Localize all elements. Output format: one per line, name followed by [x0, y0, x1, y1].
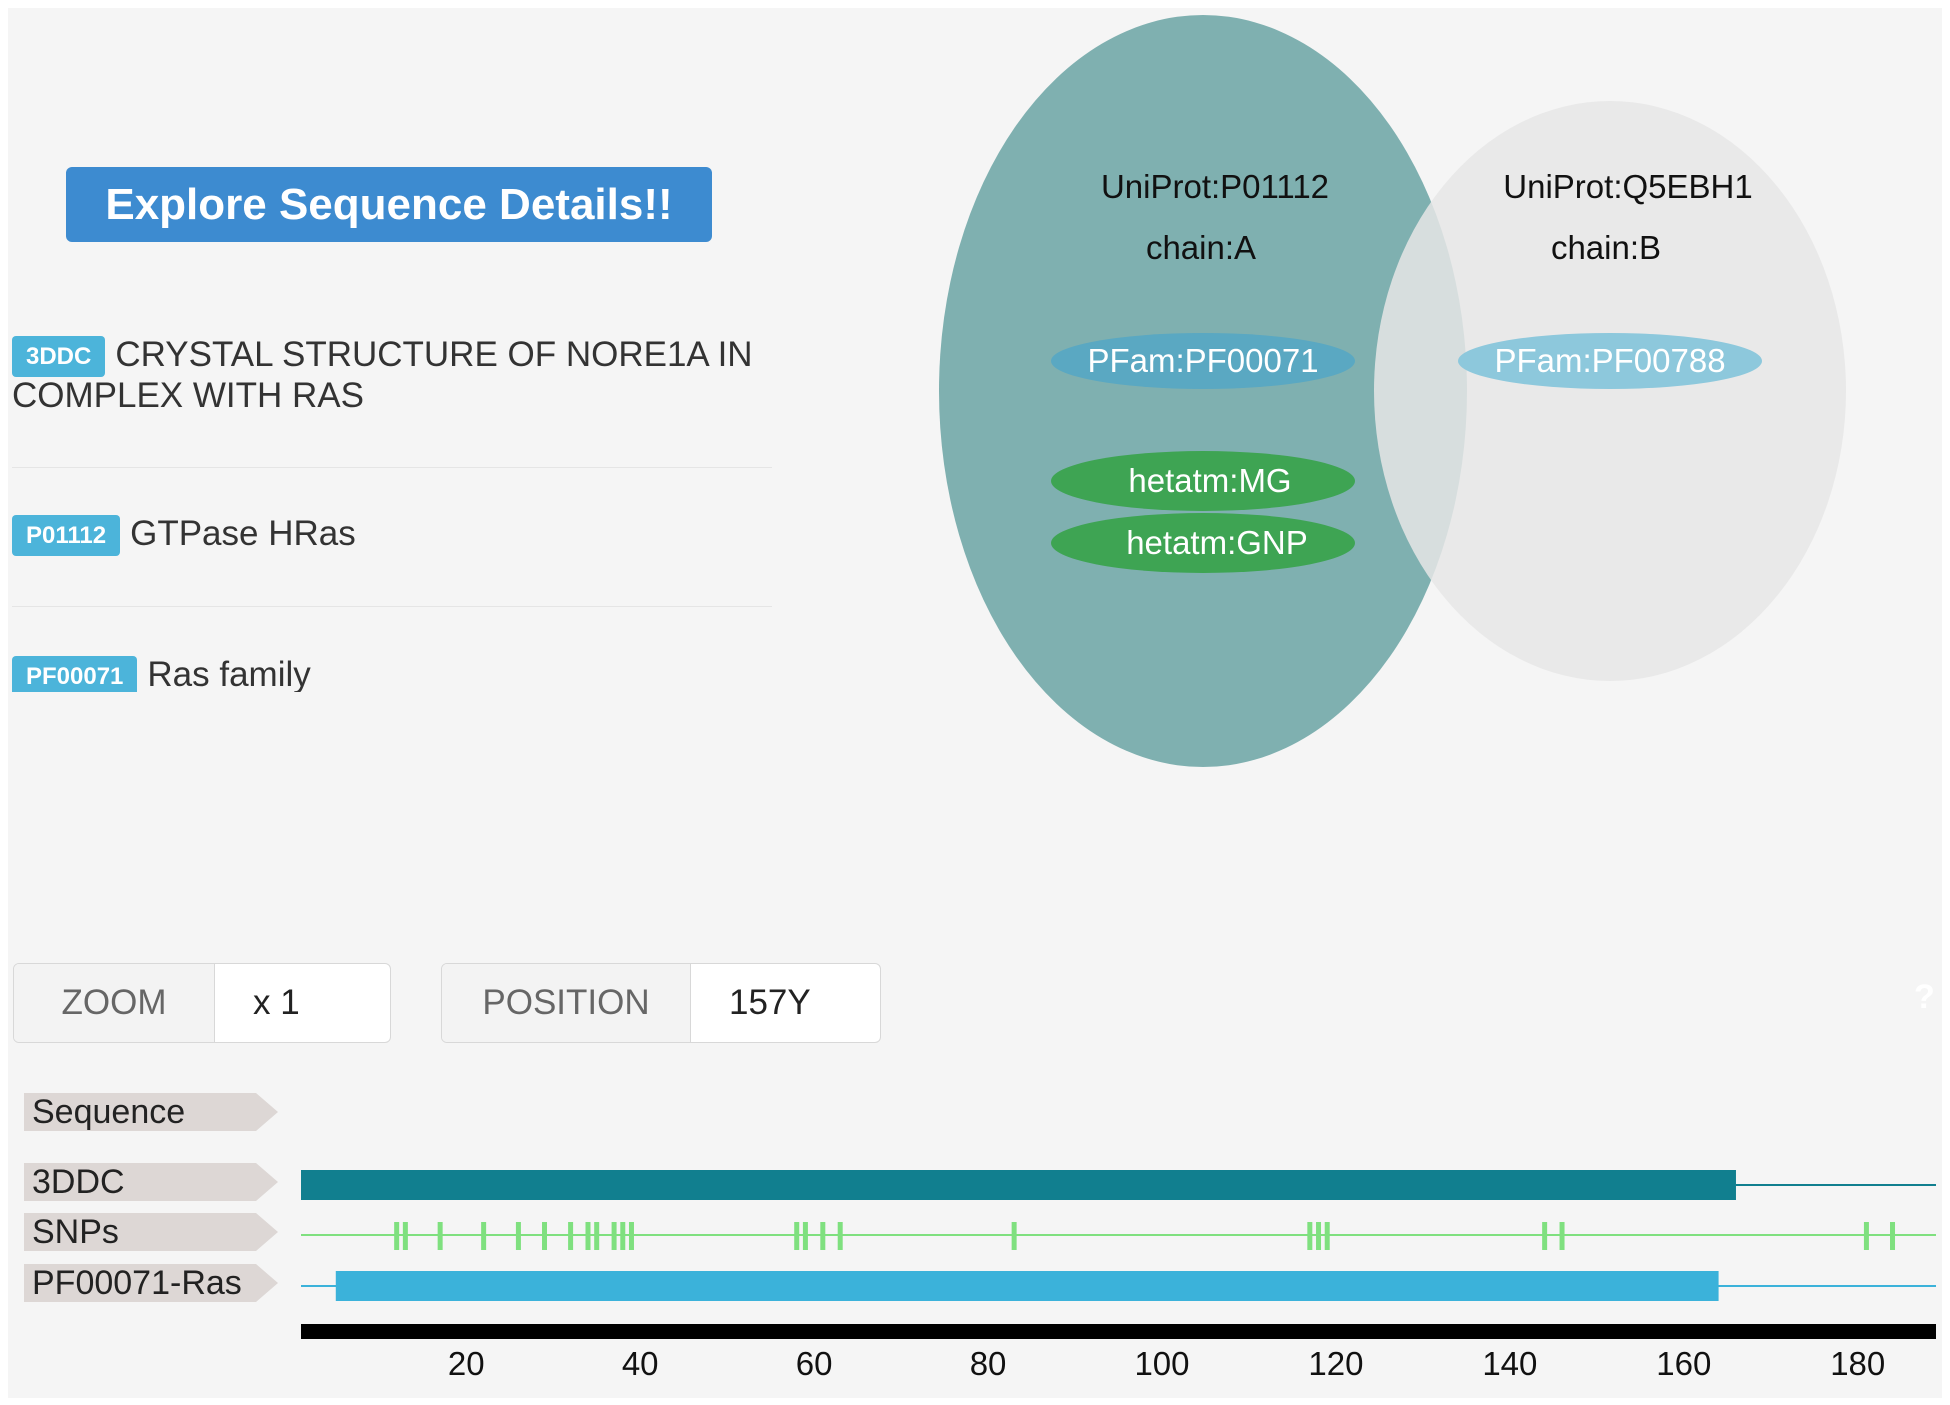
feature-viewer: 20 40 60 80 100 120 140 160 180	[301, 1170, 1936, 1382]
snp-marker	[1316, 1222, 1322, 1250]
snp-marker	[402, 1222, 408, 1250]
axis-tick-label: 180	[1830, 1345, 1885, 1382]
snp-marker	[837, 1222, 843, 1250]
page: Explore Sequence Details!! 3DDC CRYSTAL S…	[8, 8, 1942, 1398]
snp-marker	[594, 1222, 600, 1250]
snp-marker	[542, 1222, 548, 1250]
snp-marker	[515, 1222, 521, 1250]
snp-marker	[820, 1222, 826, 1250]
snp-marker	[1324, 1222, 1330, 1250]
snp-marker	[802, 1222, 808, 1250]
snp-marker	[437, 1222, 443, 1250]
axis-tick-label: 80	[970, 1345, 1007, 1382]
snp-marker	[481, 1222, 487, 1250]
snp-marker	[1890, 1222, 1896, 1250]
axis-tick-label: 120	[1308, 1345, 1363, 1382]
snp-marker	[1863, 1222, 1869, 1250]
snp-marker	[794, 1222, 800, 1250]
snp-marker	[394, 1222, 400, 1250]
axis-tick-label: 160	[1656, 1345, 1711, 1382]
snp-marker	[568, 1222, 574, 1250]
axis-tick-label: 20	[448, 1345, 485, 1382]
snp-marker	[1011, 1222, 1017, 1250]
snp-marker	[1542, 1222, 1548, 1250]
snp-marker	[611, 1222, 617, 1250]
snp-marker	[585, 1222, 591, 1250]
axis-tick-label: 60	[796, 1345, 833, 1382]
snp-marker	[620, 1222, 626, 1250]
axis-tick-label: 140	[1482, 1345, 1537, 1382]
structure-feature-bar	[301, 1170, 1736, 1200]
snp-marker	[1307, 1222, 1313, 1250]
snp-marker	[1559, 1222, 1565, 1250]
axis-tick-label: 40	[622, 1345, 659, 1382]
snp-marker	[628, 1222, 634, 1250]
position-axis-bar	[301, 1324, 1936, 1339]
domain-feature-bar	[335, 1271, 1719, 1301]
axis-tick-label: 100	[1134, 1345, 1189, 1382]
